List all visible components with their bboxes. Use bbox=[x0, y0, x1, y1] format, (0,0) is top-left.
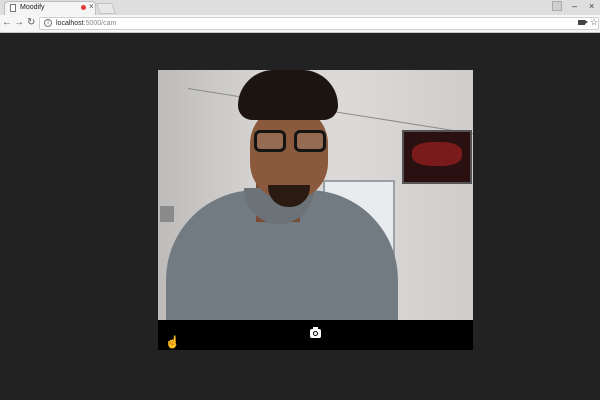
browser-toolbar: ← → ↻ i localhost:5000/cam ☆ bbox=[0, 15, 600, 33]
video-person-hair bbox=[238, 70, 338, 120]
video-glasses-right-lens bbox=[294, 130, 326, 152]
reload-button[interactable]: ↻ bbox=[27, 17, 35, 29]
recording-indicator-icon bbox=[81, 5, 86, 10]
camera-control-bar: ☝ bbox=[158, 320, 473, 350]
minimize-button[interactable]: – bbox=[572, 0, 577, 12]
camera-in-use-icon[interactable] bbox=[578, 20, 588, 25]
webcam-video bbox=[158, 70, 473, 350]
capture-photo-button[interactable] bbox=[310, 327, 321, 338]
browser-tab[interactable]: Moodify × bbox=[4, 1, 96, 15]
info-icon[interactable]: i bbox=[44, 19, 52, 27]
video-wall-outlet bbox=[160, 206, 174, 222]
url-host: localhost bbox=[56, 20, 84, 27]
forward-button[interactable]: → bbox=[14, 17, 24, 29]
user-profile-icon[interactable] bbox=[552, 1, 562, 11]
page-icon bbox=[10, 4, 16, 12]
tab-close-icon[interactable]: × bbox=[89, 2, 94, 12]
url-path: :5000/cam bbox=[83, 20, 117, 27]
video-wall-picture bbox=[402, 130, 472, 184]
browser-tab-strip: Moodify × – × bbox=[0, 0, 600, 15]
bookmark-star-icon[interactable]: ☆ bbox=[590, 17, 598, 28]
mouse-cursor-icon: ☝ bbox=[165, 335, 180, 349]
new-tab-button[interactable] bbox=[95, 3, 117, 14]
back-button[interactable]: ← bbox=[2, 17, 12, 29]
page-content: ☝ bbox=[0, 33, 600, 400]
tab-title: Moodify bbox=[20, 4, 45, 11]
video-glasses-left-lens bbox=[254, 130, 286, 152]
address-bar[interactable]: i localhost:5000/cam ☆ bbox=[39, 17, 599, 30]
url-text: localhost:5000/cam bbox=[56, 19, 116, 28]
close-window-button[interactable]: × bbox=[589, 0, 594, 12]
